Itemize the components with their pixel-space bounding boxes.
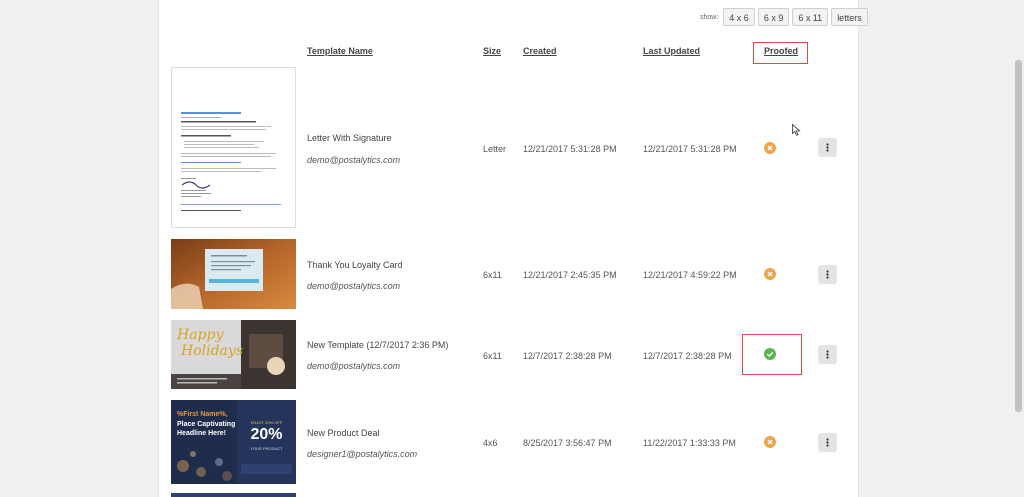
proofed-status-highlight [742,334,802,375]
updated-date: 12/21/2017 4:59:22 PM [643,270,737,280]
template-name[interactable]: Letter With Signature [307,133,392,143]
template-size: 6x11 [483,351,502,361]
header-template-name[interactable]: Template Name [307,46,373,56]
holiday-line1: Happy [177,327,224,343]
row-actions-button[interactable] [818,138,837,157]
deal-offer-bottom: YOUR PRODUCT [250,446,283,451]
updated-date: 12/7/2017 2:38:28 PM [643,351,732,361]
deal-offer-top: ENJOY 20% OFF [250,420,283,425]
template-size: Letter [483,144,507,154]
template-owner-email: demo@postalytics.com [307,361,401,371]
page-scrollbar[interactable] [1013,0,1024,497]
more-vertical-icon [826,438,829,447]
updated-date: 12/21/2017 5:31:28 PM [643,144,737,154]
not-proofed-icon [764,268,776,280]
deal-offer-percent: 20% [250,426,283,443]
mouse-cursor-icon [792,124,801,136]
header-created[interactable]: Created [523,46,557,56]
template-thumbnail-letter[interactable] [171,67,296,228]
created-date: 8/25/2017 3:56:47 PM [523,438,612,448]
template-owner-email: demo@postalytics.com [307,281,401,291]
created-date: 12/21/2017 5:31:28 PM [523,144,617,154]
template-thumbnail-product-deal[interactable]: %First Name%, Place Captivating Headline… [171,400,296,484]
template-name[interactable]: Thank You Loyalty Card [307,260,403,270]
template-thumbnail-thank-you[interactable] [171,239,296,309]
size-4x6-button[interactable]: 4 x 6 [723,8,755,26]
header-last-updated[interactable]: Last Updated [643,46,700,56]
template-name[interactable]: New Product Deal [307,428,380,438]
created-date: 12/21/2017 2:45:35 PM [523,270,617,280]
more-vertical-icon [826,350,829,359]
deal-headline-1: %First Name%, [177,411,228,418]
row-actions-button[interactable] [818,345,837,364]
not-proofed-icon [764,142,776,154]
size-6x11-button[interactable]: 6 x 11 [792,8,829,26]
not-proofed-icon [764,436,776,448]
show-label: show: [700,13,719,21]
next-template-thumbnail[interactable] [171,493,296,497]
created-date: 12/7/2017 2:38:28 PM [523,351,612,361]
row-actions-button[interactable] [818,265,837,284]
template-size: 6x11 [483,270,502,280]
size-filter: show: 4 x 6 6 x 9 6 x 11 letters [700,8,868,26]
size-6x9-button[interactable]: 6 x 9 [757,8,790,26]
more-vertical-icon [826,270,829,279]
proofed-highlight-box [753,42,808,64]
template-thumbnail-holidays[interactable]: Happy Holidays [171,320,296,389]
more-vertical-icon [826,143,829,152]
template-owner-email: demo@postalytics.com [307,155,401,165]
deal-headline-3: Headline Here! [177,430,227,437]
header-size[interactable]: Size [483,46,501,56]
template-owner-email: designer1@postalytics.com [307,449,418,459]
size-letters-button[interactable]: letters [831,8,868,26]
deal-headline-2: Place Captivating [177,421,236,428]
template-size: 4x6 [483,438,498,448]
holiday-line2: Holidays [181,343,243,359]
template-name[interactable]: New Template (12/7/2017 2:36 PM) [307,340,448,350]
row-actions-button[interactable] [818,433,837,452]
updated-date: 11/22/2017 1:33:33 PM [643,438,736,448]
scrollbar-thumb[interactable] [1015,60,1022,412]
